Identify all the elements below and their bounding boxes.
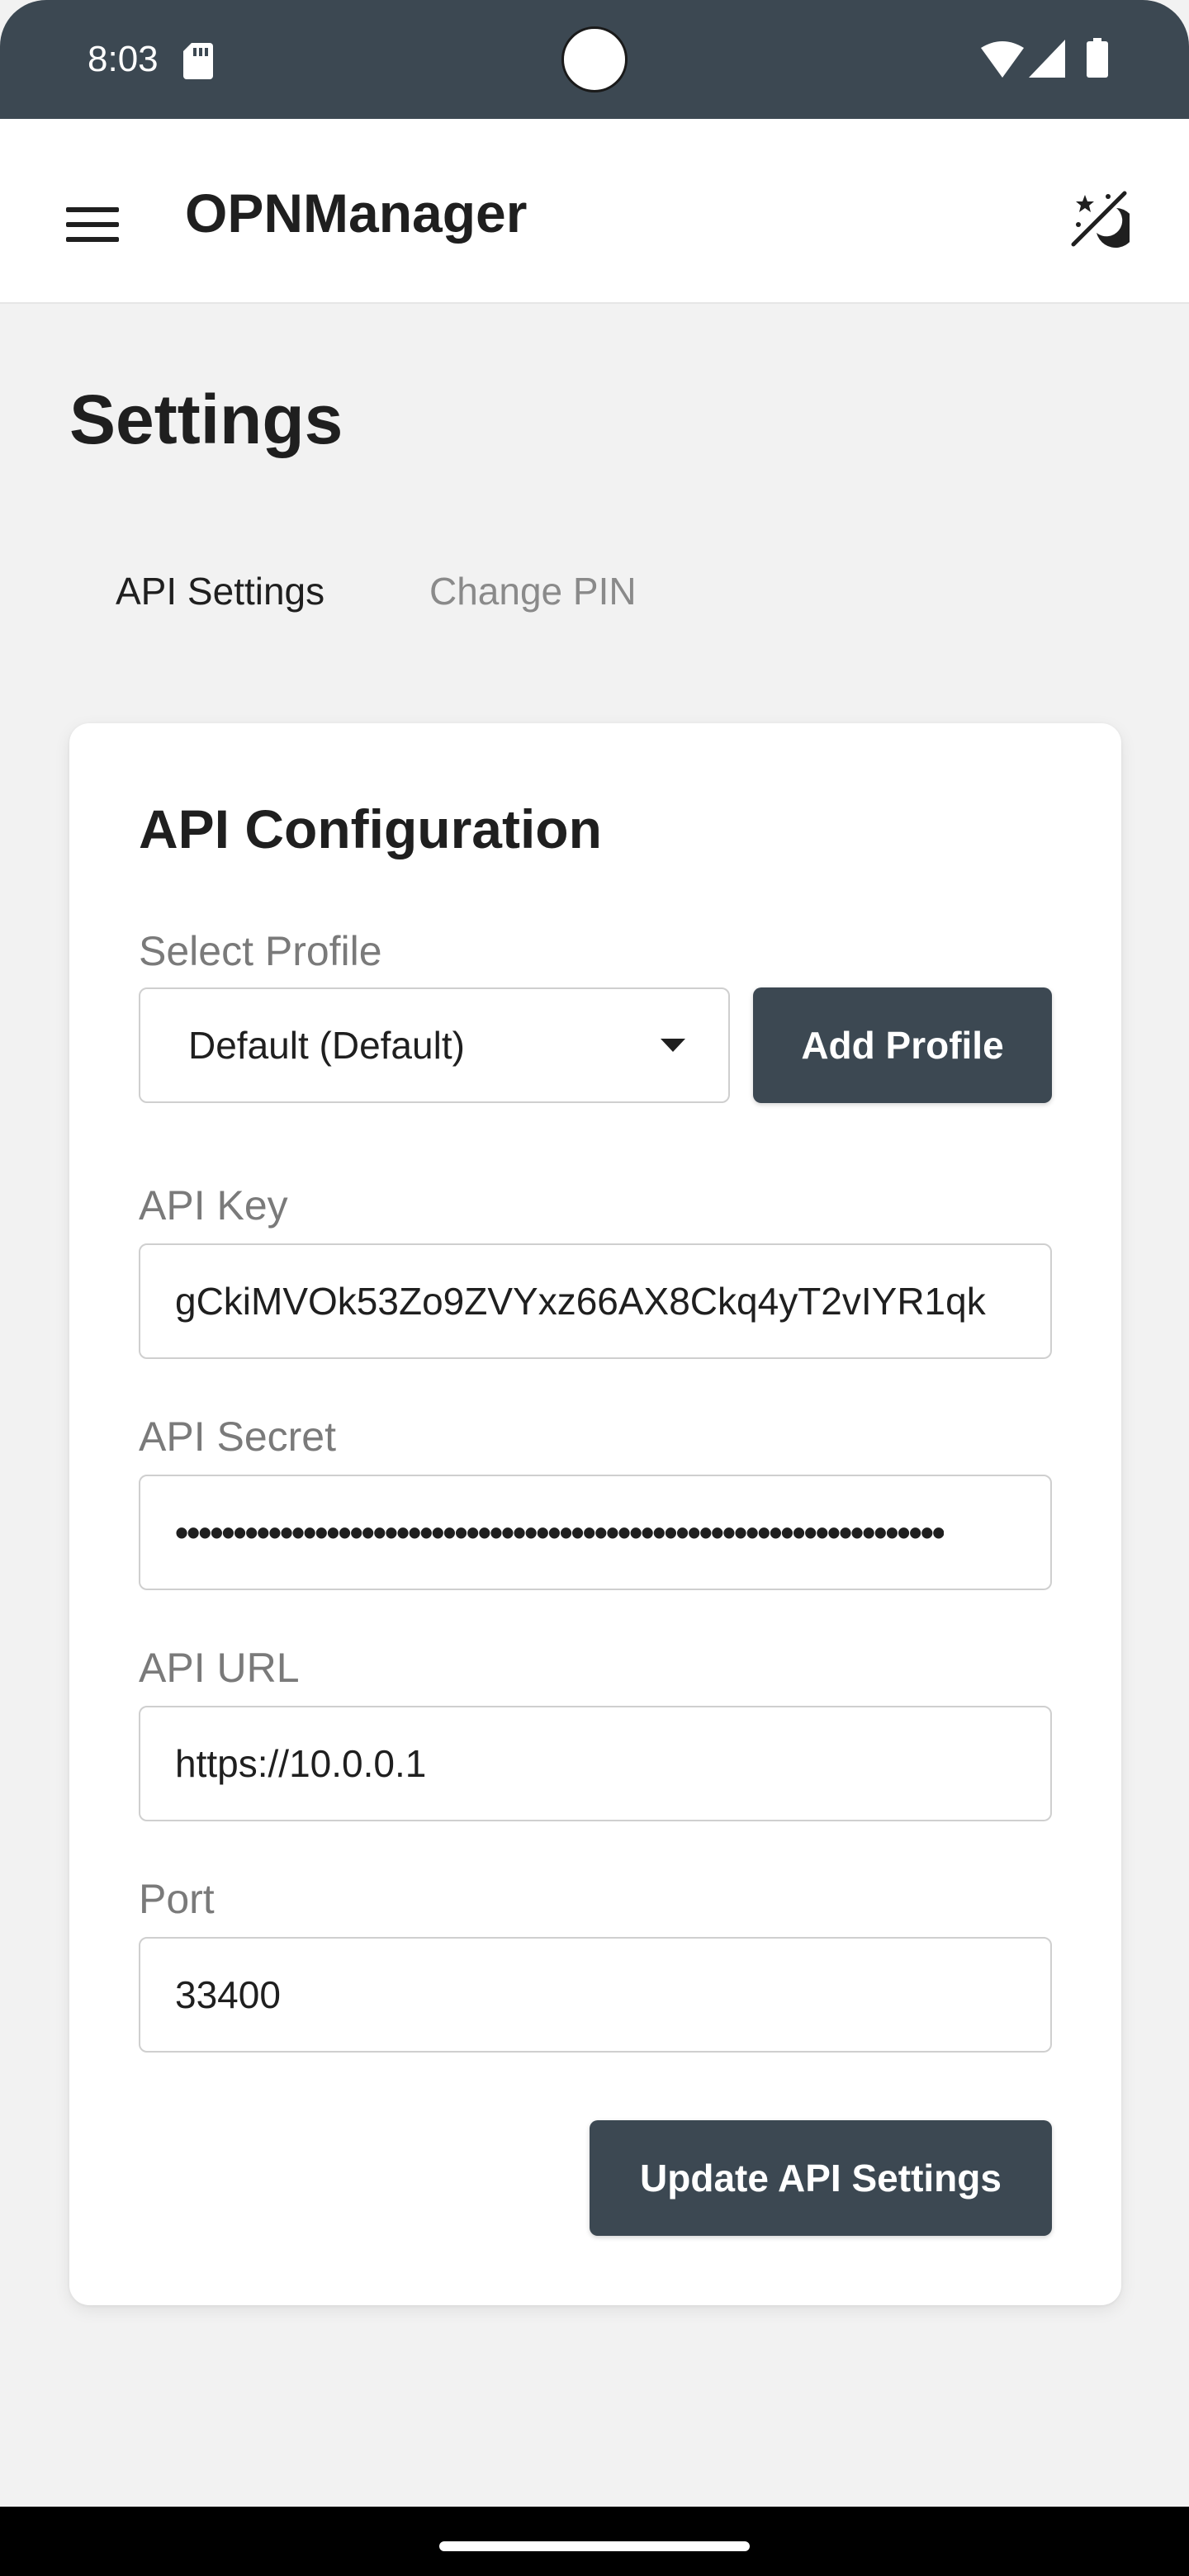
wifi-icon (981, 41, 1024, 78)
app-title: OPNManager (185, 182, 528, 244)
signal-icon (1029, 40, 1065, 78)
api-secret-value: ••••••••••••••••••••••••••••••••••••••••… (175, 1511, 944, 1554)
app-bar: OPNManager (0, 119, 1189, 304)
add-profile-button[interactable]: Add Profile (753, 987, 1052, 1103)
port-label: Port (139, 1876, 215, 1922)
page-title: Settings (69, 381, 343, 458)
dropdown-caret-icon (661, 1039, 685, 1052)
select-profile-label: Select Profile (139, 928, 382, 974)
card-title: API Configuration (139, 798, 602, 859)
api-url-label: API URL (139, 1645, 300, 1691)
phone-screen: 8:03 OPNManager Settings API Settings Ch… (0, 0, 1189, 2576)
api-key-input[interactable]: gCkiMVOk53Zo9ZVYxz66AX8Ckq4yT2vIYR1qk (139, 1243, 1052, 1359)
tab-api-settings[interactable]: API Settings (116, 566, 324, 616)
battery-icon (1087, 38, 1108, 78)
camera-cutout (561, 26, 628, 92)
update-api-settings-button[interactable]: Update API Settings (590, 2120, 1052, 2236)
api-secret-label: API Secret (139, 1413, 336, 1460)
sd-card-icon (183, 43, 213, 79)
api-secret-input[interactable]: ••••••••••••••••••••••••••••••••••••••••… (139, 1475, 1052, 1590)
api-configuration-card: API Configuration Select Profile Default… (69, 723, 1121, 2305)
port-input[interactable]: 33400 (139, 1937, 1052, 2053)
profile-select[interactable]: Default (Default) (139, 987, 730, 1103)
theme-toggle-icon[interactable] (1057, 177, 1139, 259)
status-time: 8:03 (88, 39, 159, 79)
api-url-value: https://10.0.0.1 (175, 1742, 427, 1785)
tab-change-pin[interactable]: Change PIN (429, 566, 637, 616)
api-key-value: gCkiMVOk53Zo9ZVYxz66AX8Ckq4yT2vIYR1qk (175, 1280, 986, 1323)
port-value: 33400 (175, 1973, 281, 2016)
api-key-label: API Key (139, 1182, 288, 1229)
status-bar: 8:03 (0, 0, 1189, 119)
system-nav-bar (0, 2507, 1189, 2576)
menu-icon[interactable] (51, 183, 134, 266)
profile-select-value: Default (Default) (188, 1024, 465, 1067)
home-indicator[interactable] (439, 2541, 750, 2551)
api-url-input[interactable]: https://10.0.0.1 (139, 1706, 1052, 1821)
